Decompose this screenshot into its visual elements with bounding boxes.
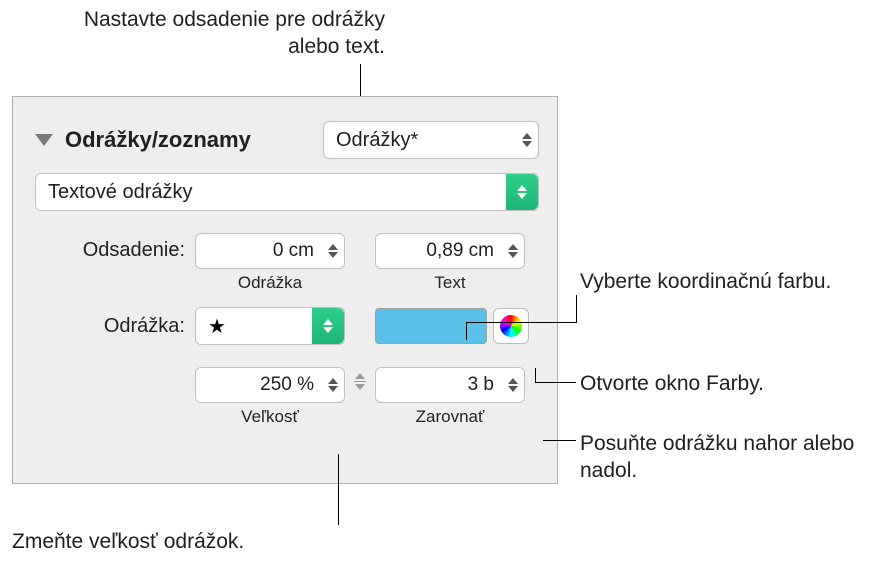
callout-color-well: Vyberte koordinačnú farbu.	[580, 268, 831, 295]
section-title: Odrážky/zoznamy	[65, 127, 251, 153]
bullet-size-stepper[interactable]: 250 %	[195, 367, 345, 403]
popup-cap-icon	[312, 308, 344, 344]
callout-colors-window: Otvorte okno Farby.	[580, 370, 764, 397]
bullet-align-stepper[interactable]: 3 b	[375, 367, 525, 403]
bullet-type-popup[interactable]: Textové odrážky	[35, 173, 539, 211]
leader-color-well-v	[466, 322, 467, 340]
leader-size-v	[338, 454, 339, 525]
bullets-lists-panel: Odrážky/zoznamy Odrážky* Textové odrážky…	[12, 96, 558, 484]
text-indent-stepper[interactable]: 0,89 cm	[375, 233, 525, 269]
bullet-size-sublabel: Veľkosť	[195, 407, 345, 427]
bullet-align-value: 3 b	[468, 374, 494, 396]
bullet-glyph-popup[interactable]: ★	[195, 307, 345, 345]
updown-arrows-icon	[522, 133, 532, 147]
leader-colorsbtn-v	[535, 368, 536, 382]
stepper-arrows-icon	[328, 378, 338, 392]
list-style-value: Odrážky*	[336, 129, 418, 152]
list-style-popup[interactable]: Odrážky*	[323, 121, 539, 159]
stepper-arrows-icon	[508, 244, 518, 258]
color-wheel-icon	[500, 315, 522, 337]
bullet-align-sublabel: Zarovnať	[375, 407, 525, 427]
text-indent-value: 0,89 cm	[426, 240, 494, 262]
stepper-arrows-icon	[508, 378, 518, 392]
bullet-indent-sublabel: Odrážka	[195, 273, 345, 293]
leader-colorsbtn-h	[535, 382, 576, 383]
leader-align-h	[543, 440, 576, 441]
callout-indent: Nastavte odsadenie pre odrážky alebo tex…	[65, 6, 385, 61]
callout-size: Zmeňte veľkosť odrážok.	[12, 528, 244, 555]
star-icon: ★	[208, 314, 226, 339]
leader-color-well-v2	[576, 295, 577, 323]
text-indent-sublabel: Text	[375, 273, 525, 293]
bullet-label: Odrážka:	[35, 315, 185, 338]
leader-color-well-h	[466, 322, 576, 323]
callout-align: Posuňte odrážku nahor alebo nadol.	[580, 430, 860, 485]
stepper-arrows-icon	[328, 244, 338, 258]
bullet-indent-stepper[interactable]: 0 cm	[195, 233, 345, 269]
vertical-resize-icon	[350, 373, 370, 390]
indent-label: Odsadenie:	[35, 239, 185, 262]
bullet-indent-value: 0 cm	[273, 240, 314, 262]
disclosure-triangle-icon[interactable]	[35, 134, 53, 146]
bullet-type-value: Textové odrážky	[48, 181, 193, 204]
bullet-size-value: 250 %	[260, 374, 314, 396]
bullet-color-well[interactable]	[375, 308, 487, 344]
popup-cap-icon	[506, 174, 538, 210]
open-colors-button[interactable]	[493, 308, 529, 344]
